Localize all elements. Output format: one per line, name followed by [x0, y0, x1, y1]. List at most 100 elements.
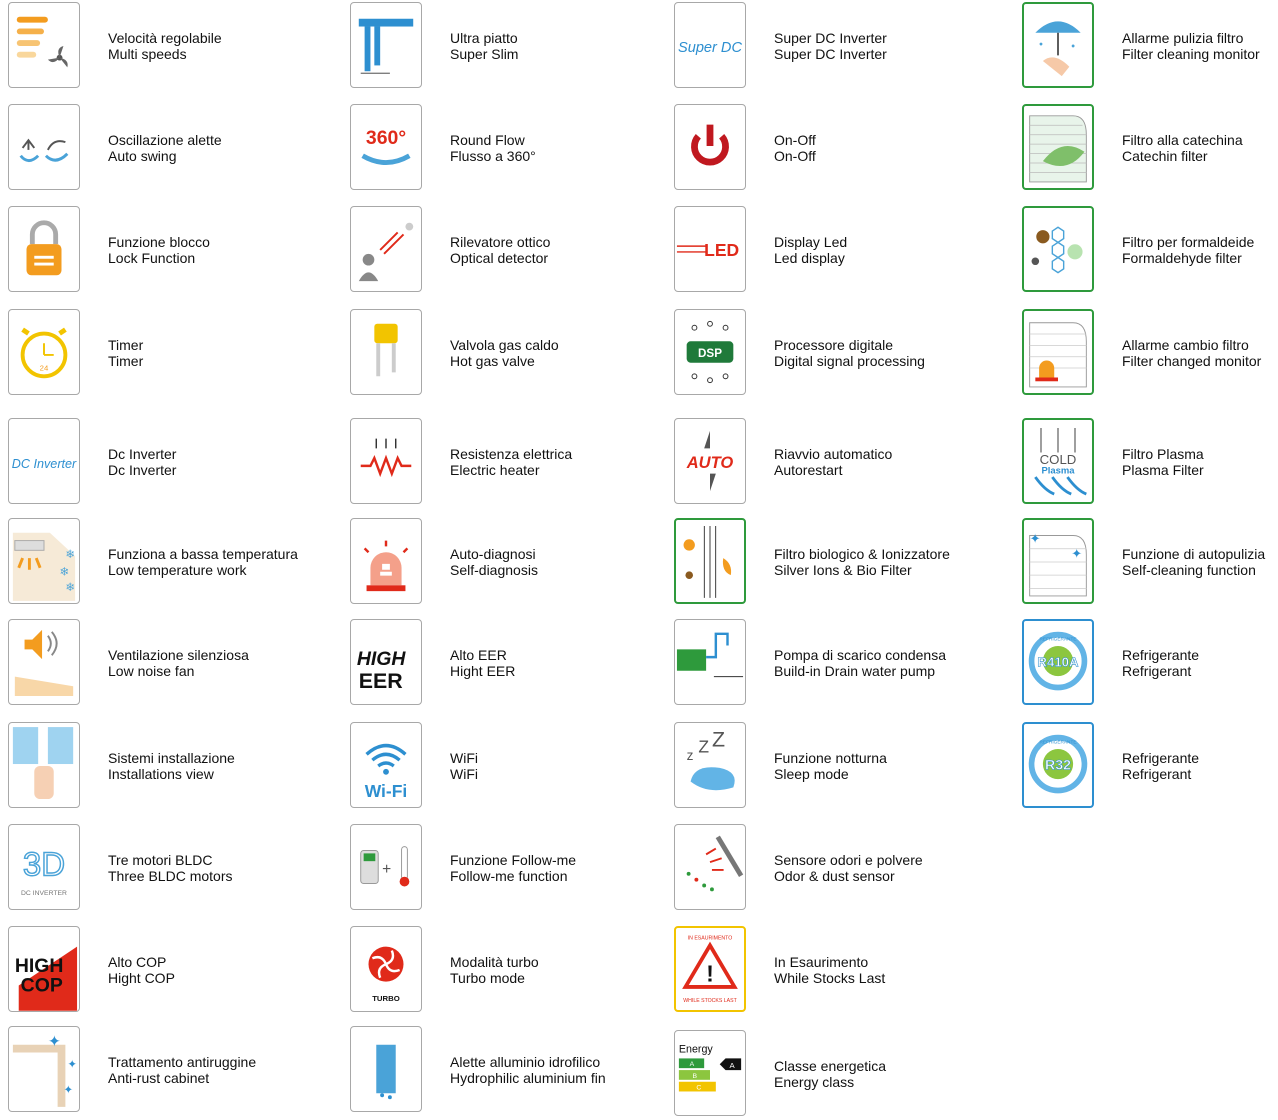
feature-label-en: Odor & dust sensor	[774, 868, 895, 884]
feature-high-eer: HIGH EER Alto EER Hight EER	[350, 619, 668, 709]
feature-low-noise: Ventilazione silenziosa Low noise fan	[8, 619, 326, 709]
super-dc-icon: Super DC	[674, 2, 746, 88]
feature-filter-changed: Allarme cambio filtro Filter changed moni…	[1022, 309, 1278, 399]
low-temperature-icon: ❄ ❄ ❄	[8, 518, 80, 604]
feature-electric-heater: Resistenza elettrica Electric heater	[350, 418, 668, 508]
wifi-icon: Wi-Fi	[350, 722, 422, 808]
plasma-filter-icon: COLD Plasma	[1022, 418, 1094, 504]
feature-label-en: Formaldehyde filter	[1122, 250, 1242, 266]
svg-text:✦: ✦	[1030, 531, 1041, 546]
three-d-label: 3D	[23, 847, 65, 884]
svg-text:C: C	[696, 1085, 701, 1092]
heater-icon	[350, 418, 422, 504]
feature-label-it: Alette alluminio idrofilico	[450, 1054, 601, 1070]
self-diagnosis-icon	[350, 518, 422, 604]
feature-label-en: Flusso a 360°	[450, 148, 536, 164]
catechin-filter-icon	[1022, 104, 1094, 190]
feature-label-it: Sensore odori e polvere	[774, 852, 923, 868]
feature-label-it: Funzione di autopulizia	[1122, 546, 1266, 562]
feature-label-en: Plasma Filter	[1122, 462, 1204, 478]
svg-text:✦: ✦	[67, 1058, 77, 1071]
feature-label-en: Super DC Inverter	[774, 46, 887, 62]
feature-label-en: Low noise fan	[108, 663, 195, 679]
feature-autorestart: AUTO Riavvio automatico Autorestart	[674, 418, 992, 508]
feature-label-it: In Esaurimento	[774, 954, 869, 970]
high-eer-icon: HIGH EER	[350, 619, 422, 705]
feature-label-en: Digital signal processing	[774, 353, 925, 369]
feature-label-it: Funzione Follow-me	[450, 852, 577, 868]
feature-label-en: Low temperature work	[108, 562, 247, 578]
svg-text:Z: Z	[712, 728, 725, 752]
feature-plasma-filter: COLD Plasma Filtro Plasma Plasma Filter	[1022, 418, 1278, 508]
svg-text:❄: ❄	[60, 566, 70, 579]
feature-installation: Sistemi installazione Installations view	[8, 722, 326, 812]
feature-label-it: Ventilazione silenziosa	[108, 647, 249, 663]
feature-round-flow: 360° Round Flow Flusso a 360°	[350, 104, 668, 194]
feature-label-it: Alto EER	[450, 647, 507, 663]
feature-label-en: Follow-me function	[450, 868, 568, 884]
feature-label-en: Hydrophilic aluminium fin	[450, 1070, 606, 1086]
svg-text:!: !	[706, 960, 714, 986]
feature-label-it: Tre motori BLDC	[108, 852, 213, 868]
feature-label-en: Anti-rust cabinet	[108, 1070, 210, 1086]
feature-low-temperature: ❄ ❄ ❄ Funziona a bassa temperatura Low temp…	[8, 518, 326, 608]
feature-wifi: Wi-Fi WiFi WiFi	[350, 722, 668, 812]
refrigerante-label: REFRIGERANTE	[1040, 739, 1077, 745]
feature-label-en: Lock Function	[108, 250, 196, 266]
feature-label-en: Hot gas valve	[450, 353, 535, 369]
feature-energy-class: Energy A B C A Classe energetica Energy class	[674, 1030, 992, 1120]
feature-filter-cleaning: Allarme pulizia filtro Filter cleaning mo…	[1022, 2, 1278, 92]
feature-self-cleaning: ✦ ✦ Funzione di autopulizia Self-cleaning …	[1022, 518, 1278, 608]
feature-label-en: Filter changed monitor	[1122, 353, 1262, 369]
svg-text:A: A	[690, 1061, 695, 1068]
dc-inverter-icon: DC Inverter	[8, 418, 80, 504]
stocks-top-label: IN ESAURIMENTO	[688, 936, 733, 942]
three-motors-icon: 3D DC INVERTER	[8, 824, 80, 910]
feature-label-en: Energy class	[774, 1074, 855, 1090]
round-flow-icon: 360°	[350, 104, 422, 190]
odor-sensor-icon	[674, 824, 746, 910]
installation-icon	[8, 722, 80, 808]
svg-text:✦: ✦	[63, 1083, 73, 1096]
dsp-label: DSP	[698, 347, 722, 360]
feature-timer: 24 Timer Timer	[8, 309, 326, 399]
sleep-icon: zZZ	[674, 722, 746, 808]
feature-label-it: Allarme pulizia filtro	[1122, 30, 1244, 46]
multi-speeds-icon	[8, 2, 80, 88]
feature-label-it: Funzione notturna	[774, 750, 887, 766]
feature-led-display: LED Display Led Led display	[674, 206, 992, 296]
feature-label-en: Optical detector	[450, 250, 549, 266]
svg-text:Z: Z	[698, 736, 709, 756]
feature-label-en: Refrigerant	[1122, 663, 1192, 679]
feature-formaldehyde-filter: Filtro per formaldeide Formaldehyde filte…	[1022, 206, 1278, 296]
feature-label-it: Trattamento antiruggine	[108, 1054, 257, 1070]
feature-sleep: zZZ Funzione notturna Sleep mode	[674, 722, 992, 812]
r410a-label: R410A	[1037, 655, 1079, 670]
feature-label-it: Alto COP	[108, 954, 167, 970]
caliper-icon	[350, 2, 422, 88]
feature-label-en: Super Slim	[450, 46, 519, 62]
feature-three-motors: 3D DC INVERTER Tre motori BLDC Three BLDC …	[8, 824, 326, 914]
svg-text:❄: ❄	[65, 548, 75, 561]
warning-icon: IN ESAURIMENTO! WHILE STOCKS LAST	[674, 926, 746, 1012]
feature-self-diagnosis: Auto-diagnosi Self-diagnosis	[350, 518, 668, 608]
dc-inverter-sublabel: DC INVERTER	[21, 890, 67, 897]
svg-text:❄: ❄	[65, 581, 75, 594]
feature-catechin-filter: Filtro alla catechina Catechin filter	[1022, 104, 1278, 194]
feature-auto-swing: Oscillazione alette Auto swing	[8, 104, 326, 194]
feature-label-it: Rilevatore ottico	[450, 234, 551, 250]
feature-label-en: Dc Inverter	[108, 462, 177, 478]
feature-label-it: Timer	[108, 337, 144, 353]
feature-multi-speeds: Velocità regolabile Multi speeds	[8, 2, 326, 92]
feature-label-en: Multi speeds	[108, 46, 187, 62]
timer-icon: 24	[8, 309, 80, 395]
feature-anti-rust: ✦ ✦ ✦ Trattamento antiruggine Anti-rust cab…	[8, 1026, 326, 1116]
feature-label-it: Filtro alla catechina	[1122, 132, 1243, 148]
feature-label-it: Allarme cambio filtro	[1122, 337, 1249, 353]
feature-label-it: Valvola gas caldo	[450, 337, 559, 353]
lock-icon	[8, 206, 80, 292]
feature-turbo: TURBO Modalità turbo Turbo mode	[350, 926, 668, 1016]
feature-label-it: Filtro biologico & Ionizzatore	[774, 546, 950, 562]
super-dc-label: Super DC	[678, 40, 742, 56]
valve-icon	[350, 309, 422, 395]
